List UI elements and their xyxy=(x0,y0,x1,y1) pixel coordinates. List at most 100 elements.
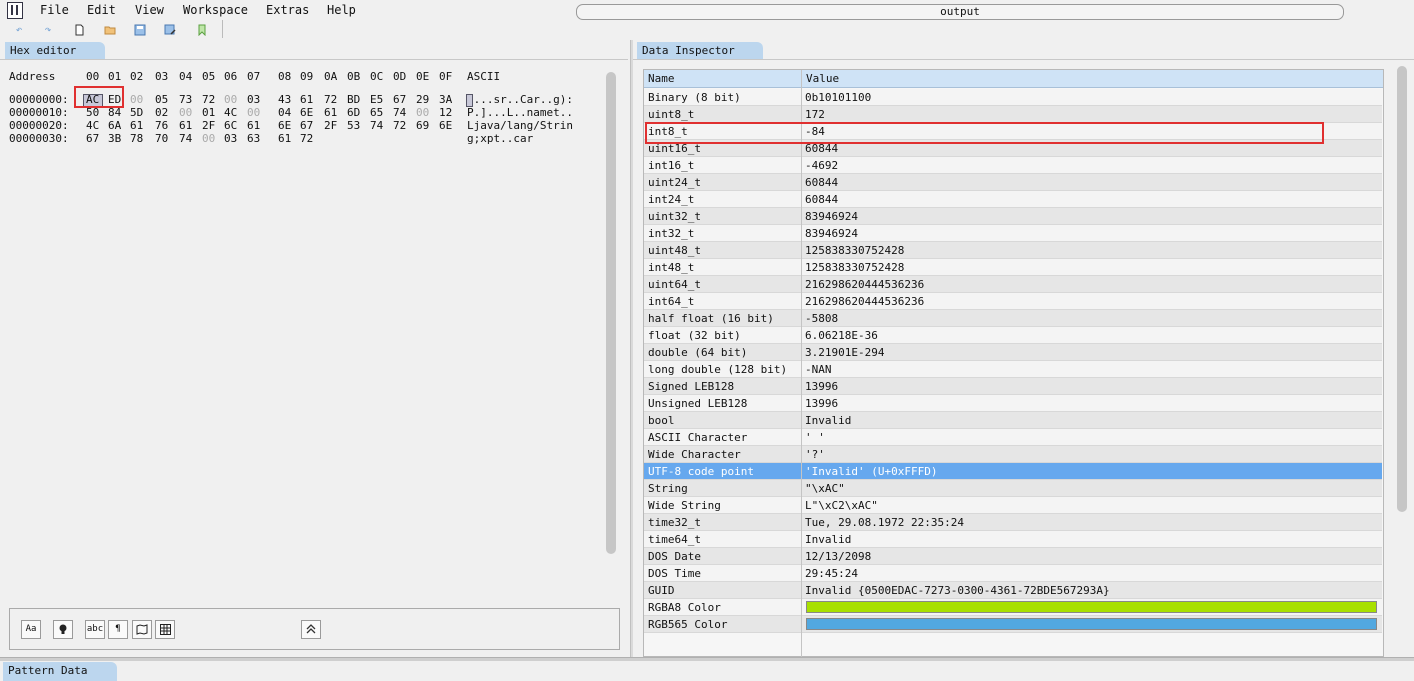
hex-byte[interactable]: 76 xyxy=(155,120,168,132)
inspector-row-value[interactable]: Tue, 29.08.1972 22:35:24 xyxy=(805,514,964,531)
redo-icon[interactable]: ↷ xyxy=(42,24,54,36)
hex-byte[interactable]: 6E xyxy=(300,107,313,119)
inspector-row-value[interactable]: 6.06218E-36 xyxy=(805,327,878,344)
hex-byte[interactable]: 74 xyxy=(393,107,406,119)
grid-icon[interactable] xyxy=(155,620,175,639)
inspector-row-value[interactable]: 83946924 xyxy=(805,208,858,225)
hex-byte[interactable]: 3B xyxy=(108,133,121,145)
inspector-row-value[interactable]: 12/13/2098 xyxy=(805,548,871,565)
hex-byte[interactable]: 2F xyxy=(202,120,215,132)
inspector-row[interactable] xyxy=(644,225,1382,242)
ascii-text[interactable]: Ljava/lang/Strin xyxy=(467,120,573,132)
hex-byte[interactable]: 74 xyxy=(179,133,192,145)
inspector-row-value[interactable]: 13996 xyxy=(805,395,838,412)
inspector-row[interactable] xyxy=(644,242,1382,259)
inspector-row-value[interactable]: 13996 xyxy=(805,378,838,395)
menu-workspace[interactable]: Workspace xyxy=(183,3,248,17)
inspector-row-value[interactable]: 125838330752428 xyxy=(805,259,904,276)
hex-byte[interactable]: 72 xyxy=(300,133,313,145)
inspector-row[interactable] xyxy=(644,378,1382,395)
hex-byte[interactable]: 78 xyxy=(130,133,143,145)
hex-byte[interactable]: 61 xyxy=(300,94,313,106)
hex-byte[interactable]: 6D xyxy=(347,107,360,119)
hex-scrollbar[interactable] xyxy=(606,72,616,554)
hex-byte[interactable]: 2F xyxy=(324,120,337,132)
inspector-row-value[interactable]: -4692 xyxy=(805,157,838,174)
inspector-row[interactable] xyxy=(644,446,1382,463)
tab-data-inspector[interactable]: Data Inspector xyxy=(637,42,763,59)
undo-icon[interactable]: ↶ xyxy=(13,24,25,36)
inspector-row[interactable] xyxy=(644,157,1382,174)
hex-byte[interactable]: 05 xyxy=(155,94,168,106)
new-file-icon[interactable] xyxy=(73,24,85,36)
hex-byte[interactable]: 02 xyxy=(155,107,168,119)
save-as-icon[interactable] xyxy=(164,24,176,36)
inspector-row[interactable] xyxy=(644,89,1382,106)
toggle-case-button[interactable]: Aa xyxy=(21,620,41,639)
hex-byte[interactable]: 00 xyxy=(247,107,260,119)
hex-byte[interactable]: 72 xyxy=(393,120,406,132)
hex-byte[interactable]: 61 xyxy=(130,120,143,132)
inspector-row-value[interactable]: Invalid xyxy=(805,412,851,429)
inspector-row-value[interactable]: 'Invalid' (U+0xFFFD) xyxy=(805,463,937,480)
map-icon[interactable] xyxy=(132,620,152,639)
output-bar[interactable]: output xyxy=(576,4,1344,20)
hex-byte[interactable]: 00 xyxy=(416,107,429,119)
inspector-row[interactable] xyxy=(644,480,1382,497)
hex-byte[interactable]: 4C xyxy=(224,107,237,119)
inspector-row[interactable] xyxy=(644,293,1382,310)
hex-byte[interactable]: 6E xyxy=(439,120,452,132)
inspector-row[interactable] xyxy=(644,429,1382,446)
hex-byte[interactable]: 72 xyxy=(324,94,337,106)
menu-help[interactable]: Help xyxy=(327,3,356,17)
inspector-row-value[interactable]: 60844 xyxy=(805,174,838,191)
hex-byte[interactable]: 67 xyxy=(86,133,99,145)
inspector-row-value[interactable]: 29:45:24 xyxy=(805,565,858,582)
inspector-row-value[interactable]: "\xAC" xyxy=(805,480,845,497)
inspector-row[interactable] xyxy=(644,531,1382,548)
column-header-name[interactable]: Name xyxy=(648,72,675,85)
inspector-row[interactable] xyxy=(644,327,1382,344)
hex-byte[interactable]: 84 xyxy=(108,107,121,119)
inspector-row[interactable] xyxy=(644,412,1382,429)
hex-byte[interactable]: 43 xyxy=(278,94,291,106)
bookmark-icon[interactable] xyxy=(196,24,208,37)
inspector-row[interactable] xyxy=(644,106,1382,123)
tab-hex-editor[interactable]: Hex editor xyxy=(5,42,105,59)
hex-byte[interactable]: 67 xyxy=(300,120,313,132)
hex-byte[interactable]: E5 xyxy=(370,94,383,106)
inspector-row-value[interactable]: 0b10101100 xyxy=(805,89,871,106)
hex-byte[interactable]: 5D xyxy=(130,107,143,119)
hex-byte[interactable]: 00 xyxy=(224,94,237,106)
data-inspector-scrollbar[interactable] xyxy=(1397,66,1407,512)
inspector-row[interactable] xyxy=(644,276,1382,293)
hex-byte[interactable]: 00 xyxy=(179,107,192,119)
menu-extras[interactable]: Extras xyxy=(266,3,309,17)
collapse-up-icon[interactable] xyxy=(301,620,321,639)
pilcrow-icon[interactable]: ¶ xyxy=(108,620,128,639)
inspector-row-value[interactable]: L"\xC2\xAC" xyxy=(805,497,878,514)
hex-byte[interactable]: 6C xyxy=(224,120,237,132)
inspector-row[interactable] xyxy=(644,344,1382,361)
hex-byte[interactable]: 03 xyxy=(247,94,260,106)
inspector-row-value[interactable]: 3.21901E-294 xyxy=(805,344,884,361)
hex-byte[interactable]: 61 xyxy=(247,120,260,132)
inspector-row-value[interactable]: Invalid xyxy=(805,531,851,548)
lightbulb-icon[interactable] xyxy=(53,620,73,639)
inspector-row-value[interactable]: 125838330752428 xyxy=(805,242,904,259)
hex-byte[interactable]: 69 xyxy=(416,120,429,132)
hex-byte[interactable]: 3A xyxy=(439,94,452,106)
inspector-row-value[interactable]: 83946924 xyxy=(805,225,858,242)
hex-byte[interactable]: 74 xyxy=(370,120,383,132)
column-header-value[interactable]: Value xyxy=(806,72,839,85)
hex-byte[interactable]: 61 xyxy=(278,133,291,145)
column-separator[interactable] xyxy=(801,70,802,657)
hex-byte[interactable]: 6A xyxy=(108,120,121,132)
hex-byte[interactable]: 29 xyxy=(416,94,429,106)
ascii-text[interactable]: g;xpt..car xyxy=(467,133,533,145)
hex-byte[interactable]: 6E xyxy=(278,120,291,132)
inspector-row[interactable] xyxy=(644,497,1382,514)
hex-byte[interactable]: 03 xyxy=(224,133,237,145)
hex-byte[interactable]: 65 xyxy=(370,107,383,119)
inspector-row[interactable] xyxy=(644,514,1382,531)
